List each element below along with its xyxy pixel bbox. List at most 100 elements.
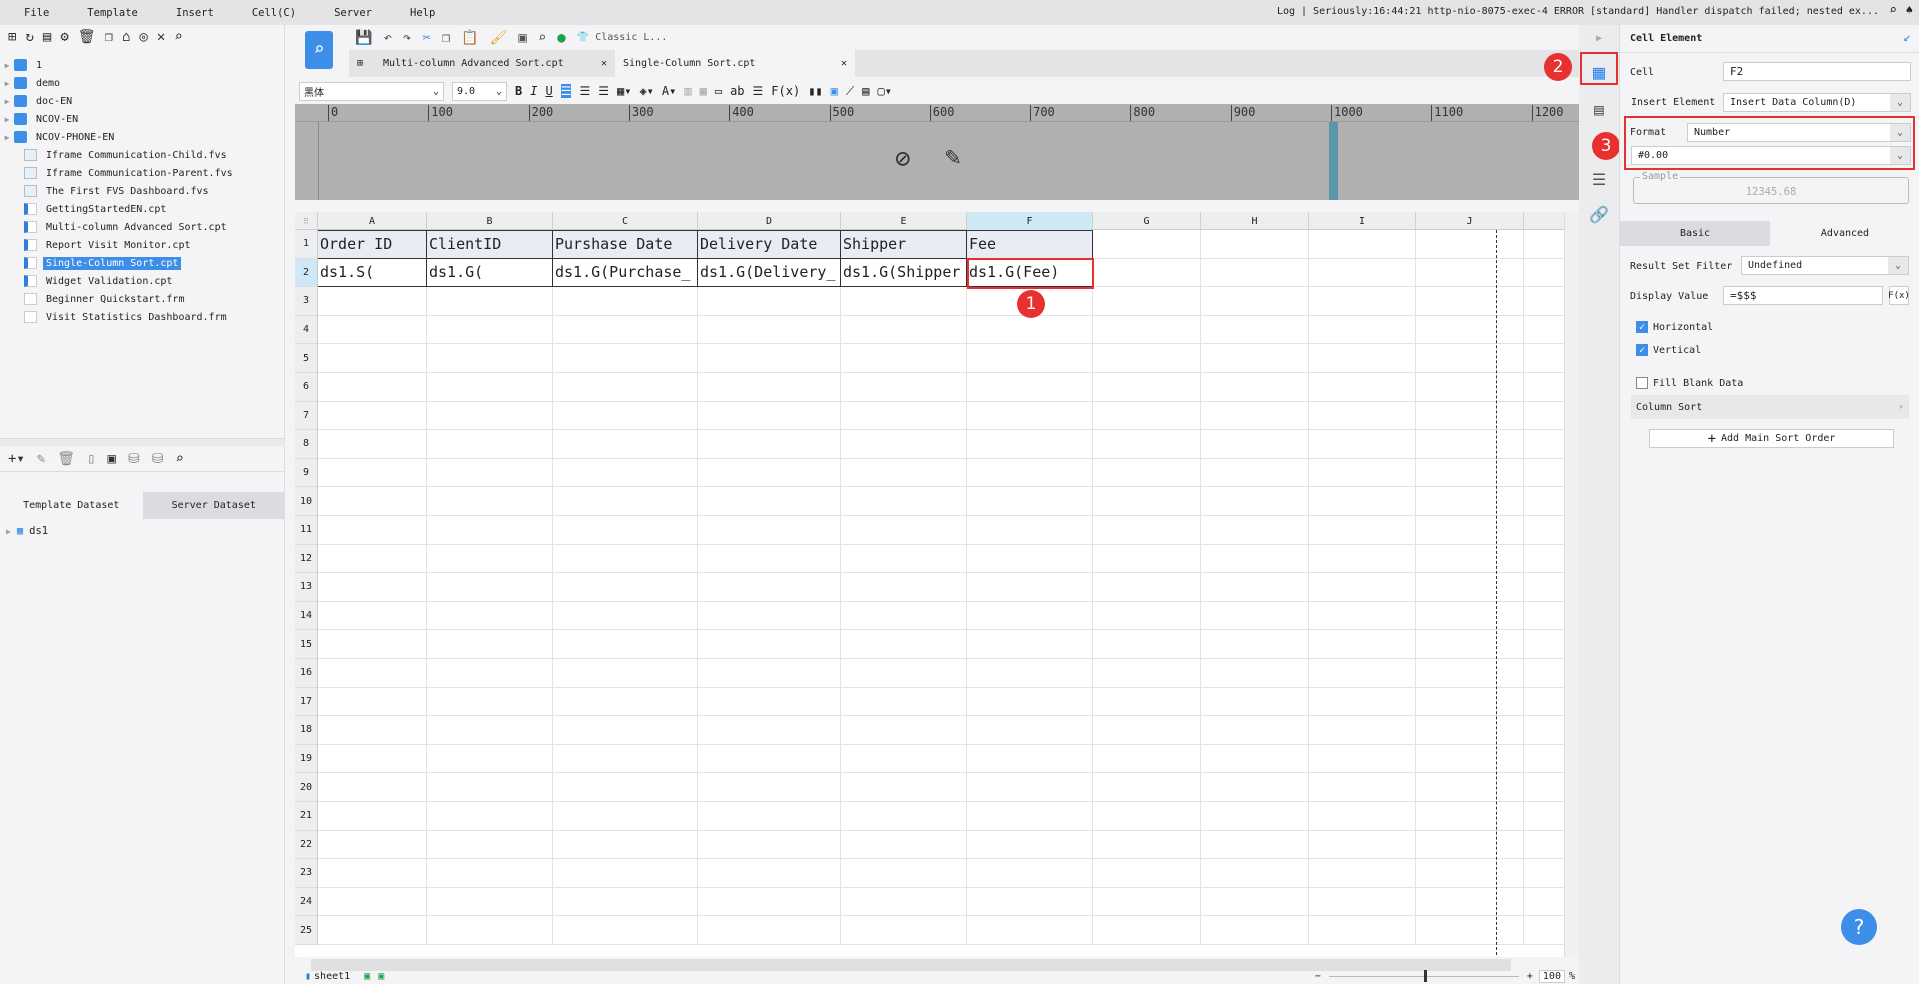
cell-input[interactable]: F2 — [1723, 62, 1911, 81]
cell-J24[interactable] — [1416, 888, 1524, 917]
text-icon[interactable]: ab — [730, 84, 744, 98]
cell-D15[interactable] — [698, 630, 841, 659]
cell-F18[interactable] — [967, 716, 1093, 745]
border-icon[interactable]: ▦▾ — [617, 84, 631, 98]
cell-D21[interactable] — [698, 802, 841, 831]
cell-H22[interactable] — [1201, 831, 1309, 860]
cell-H12[interactable] — [1201, 545, 1309, 574]
cell-A22[interactable] — [318, 831, 427, 860]
cell-B21[interactable] — [427, 802, 553, 831]
cell-A4[interactable] — [318, 316, 427, 345]
cell-B9[interactable] — [427, 459, 553, 488]
cell-F21[interactable] — [967, 802, 1093, 831]
cell-I18[interactable] — [1309, 716, 1416, 745]
cell-G10[interactable] — [1093, 487, 1201, 516]
cell-A13[interactable] — [318, 573, 427, 602]
cell-I19[interactable] — [1309, 745, 1416, 774]
hyperlink-icon[interactable]: 🔗 — [1589, 205, 1609, 224]
cell-E14[interactable] — [841, 602, 967, 631]
cell-D10[interactable] — [698, 487, 841, 516]
row-header[interactable]: 11 — [295, 516, 318, 545]
save-icon[interactable]: 💾 — [355, 30, 372, 46]
cell-A3[interactable] — [318, 287, 427, 316]
zoom-input[interactable]: 100 — [1539, 970, 1565, 983]
row-header[interactable]: 6 — [295, 373, 318, 402]
cell-B17[interactable] — [427, 688, 553, 717]
column-sort-section[interactable]: Column Sort▾ — [1631, 395, 1909, 419]
cell-G19[interactable] — [1093, 745, 1201, 774]
cell-G3[interactable] — [1093, 287, 1201, 316]
column-header-C[interactable]: C — [553, 212, 698, 230]
cell-B24[interactable] — [427, 888, 553, 917]
add-dataset-icon[interactable]: +▾ — [8, 451, 25, 467]
column-header-J[interactable]: J — [1416, 212, 1524, 230]
cell-B22[interactable] — [427, 831, 553, 860]
cell-E12[interactable] — [841, 545, 967, 574]
column-header-B[interactable]: B — [427, 212, 553, 230]
tree-item[interactable]: ▶NCOV-EN — [0, 110, 285, 128]
menu-server[interactable]: Server — [310, 7, 386, 19]
hide-eye-icon[interactable]: ⊘ — [895, 144, 911, 174]
row-header[interactable]: 20 — [295, 773, 318, 802]
row-header[interactable]: 12 — [295, 545, 318, 574]
tree-item[interactable]: The First FVS Dashboard.fvs — [0, 182, 285, 200]
cell-H6[interactable] — [1201, 373, 1309, 402]
cell-C11[interactable] — [553, 516, 698, 545]
cell-A12[interactable] — [318, 545, 427, 574]
checkbox-icon[interactable] — [1636, 377, 1648, 389]
cell-F1[interactable]: Fee — [967, 230, 1093, 259]
cell-C20[interactable] — [553, 773, 698, 802]
cell-H7[interactable] — [1201, 402, 1309, 431]
cell-E4[interactable] — [841, 316, 967, 345]
cell-E3[interactable] — [841, 287, 967, 316]
cell-attribute-icon[interactable]: ▤ — [1594, 100, 1604, 119]
cell-I9[interactable] — [1309, 459, 1416, 488]
cell-B10[interactable] — [427, 487, 553, 516]
cell-H25[interactable] — [1201, 916, 1309, 945]
cell-H2[interactable] — [1201, 259, 1309, 288]
open-icon[interactable]: ▤ — [43, 29, 51, 45]
tree-item[interactable]: Beginner Quickstart.frm — [0, 290, 285, 308]
cell-G13[interactable] — [1093, 573, 1201, 602]
cell-A17[interactable] — [318, 688, 427, 717]
expand-arrow-icon[interactable]: ▶ — [6, 527, 11, 536]
tree-item[interactable]: Widget Validation.cpt — [0, 272, 285, 290]
cell-H20[interactable] — [1201, 773, 1309, 802]
tab-server-dataset[interactable]: Server Dataset — [143, 492, 286, 519]
cell-K18[interactable] — [1524, 716, 1564, 745]
parameter-pane[interactable]: ⊘ ✎ — [295, 122, 1579, 200]
tree-item[interactable]: Visit Statistics Dashboard.frm — [0, 308, 285, 326]
cell-B15[interactable] — [427, 630, 553, 659]
cell-J1[interactable] — [1416, 230, 1524, 259]
cell-G11[interactable] — [1093, 516, 1201, 545]
edit-icon[interactable]: ✎ — [37, 451, 45, 467]
cell-F16[interactable] — [967, 659, 1093, 688]
cell-J18[interactable] — [1416, 716, 1524, 745]
cell-C24[interactable] — [553, 888, 698, 917]
select-all-corner[interactable]: ⠿ — [295, 212, 318, 230]
align-right-icon[interactable]: ☰ — [598, 84, 609, 98]
row-header[interactable]: 22 — [295, 831, 318, 860]
cell-A19[interactable] — [318, 745, 427, 774]
zoom-in-icon[interactable]: + — [1527, 971, 1533, 982]
cell-D14[interactable] — [698, 602, 841, 631]
cell-E5[interactable] — [841, 344, 967, 373]
search-icon[interactable]: ⌕ — [1889, 3, 1897, 18]
close-icon[interactable]: ✕ — [601, 58, 607, 69]
cell-H18[interactable] — [1201, 716, 1309, 745]
cell-E11[interactable] — [841, 516, 967, 545]
cell-D17[interactable] — [698, 688, 841, 717]
cell-J13[interactable] — [1416, 573, 1524, 602]
cell-C6[interactable] — [553, 373, 698, 402]
cell-G1[interactable] — [1093, 230, 1201, 259]
cell-G24[interactable] — [1093, 888, 1201, 917]
cell-G16[interactable] — [1093, 659, 1201, 688]
cell-C2[interactable]: ds1.G(Purchase_ — [553, 259, 698, 288]
row-header[interactable]: 1 — [295, 230, 318, 259]
cell-B5[interactable] — [427, 344, 553, 373]
db-remove-icon[interactable]: ⛁ — [152, 451, 164, 467]
edit-pencil-icon[interactable]: ✎ — [945, 142, 961, 172]
cell-E9[interactable] — [841, 459, 967, 488]
db-run-icon[interactable]: ⛁ — [128, 451, 140, 467]
menu-help[interactable]: Help — [386, 7, 449, 19]
